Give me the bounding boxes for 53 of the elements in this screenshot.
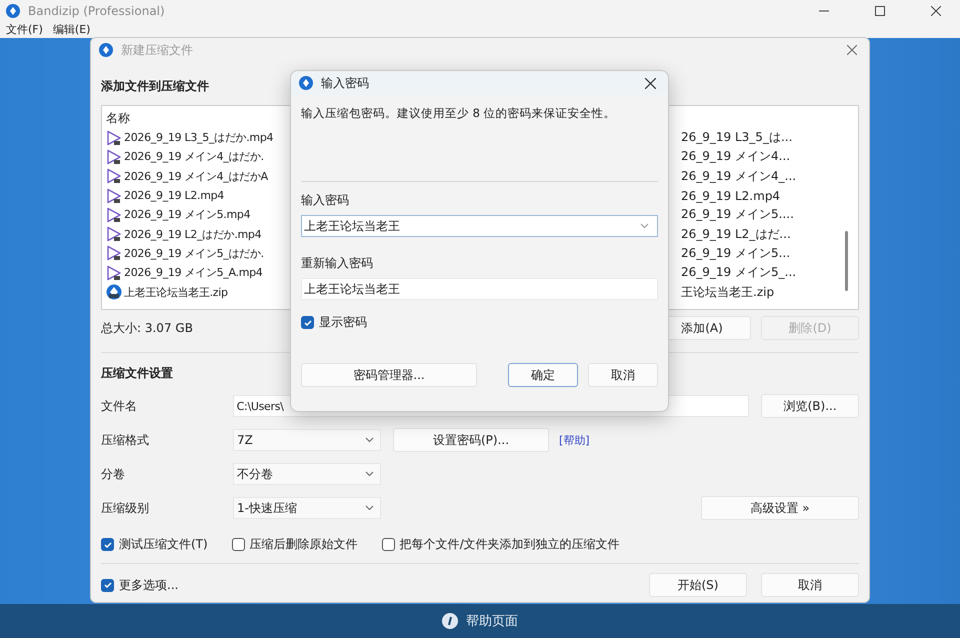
checkbox-label: 把每个文件/文件夹添加到独立的压缩文件	[400, 536, 620, 553]
section-heading: 压缩文件设置	[101, 365, 173, 382]
section-heading: 添加文件到压缩文件	[101, 78, 209, 95]
file-name[interactable]: 2026_9_19 L2.mp4	[124, 189, 224, 202]
split-dropdown[interactable]: 不分卷	[233, 463, 381, 485]
file-name[interactable]: 26_9_19 L3_5_は...	[681, 129, 792, 146]
file-name[interactable]: 2026_9_19 メイン4_はだか.	[124, 149, 264, 164]
file-name[interactable]: 26_9_19 メイン5...	[681, 244, 790, 262]
file-name[interactable]: 2026_9_19 メイン5.mp4	[124, 207, 250, 222]
dialog-button[interactable]: 取消	[761, 573, 859, 597]
checkbox-label: 压缩后删除原始文件	[250, 536, 358, 553]
file-name[interactable]: 26_9_19 L2.mp4	[681, 188, 780, 203]
set-password-button[interactable]: 设置密码(P)...	[393, 428, 549, 452]
field-label: 分卷	[101, 466, 126, 482]
field-label: 压缩格式	[101, 432, 150, 448]
file-name[interactable]: 2026_9_19 L3_5_はだか.mp4	[124, 130, 274, 146]
file-name[interactable]: 26_9_19 メイン5....	[681, 206, 794, 224]
format-dropdown[interactable]: 7Z	[233, 429, 381, 451]
file-name[interactable]: 王论坛当老王.zip	[681, 284, 774, 301]
help-link[interactable]: [帮助]	[559, 432, 590, 448]
file-name[interactable]: 2026_9_19 L2_はだか.mp4	[124, 226, 262, 242]
dialog-title: 输入密码	[321, 74, 369, 92]
field-label: 压缩级别	[101, 500, 150, 516]
file-name[interactable]: 26_9_19 メイン4...	[681, 148, 790, 166]
checkbox-label: 更多选项...	[119, 576, 178, 594]
total-size: 总大小: 3.07 GB	[101, 320, 193, 336]
field-label: 文件名	[101, 398, 138, 414]
checkbox-label: 测试压缩文件(T)	[119, 536, 208, 553]
file-name[interactable]: 上老王论坛当老王.zip	[124, 284, 228, 300]
instruction-text: 输入压缩包密码。建议使用至少 8 位的密码来保证安全性。	[301, 106, 617, 122]
advanced-settings-button[interactable]: 高级设置 »	[701, 496, 859, 520]
file-name[interactable]: 26_9_19 L2_はだ...	[681, 226, 791, 243]
level-dropdown[interactable]: 1-快速压缩	[233, 497, 381, 519]
password-manager-button[interactable]: 密码管理器...	[301, 363, 477, 387]
menu-item[interactable]: 编辑(E)	[52, 22, 90, 38]
field-label: 输入密码	[301, 192, 350, 209]
file-name[interactable]: 2026_9_19 メイン5_A.mp4	[124, 265, 263, 280]
window-title: Bandizip (Professional)	[28, 4, 165, 18]
file-name[interactable]: 26_9_19 メイン5_...	[681, 264, 796, 282]
help-link[interactable]: 帮助页面	[466, 612, 518, 630]
browse-button[interactable]: 浏览(B)...	[761, 394, 859, 418]
file-name[interactable]: 26_9_19 メイン4_...	[681, 168, 796, 185]
dialog-button[interactable]: 确定	[508, 363, 578, 387]
dialog-title: 新建压缩文件	[121, 42, 193, 58]
field-label: 重新输入密码	[301, 255, 374, 272]
file-name[interactable]: 2026_9_19 メイン5_はだか.	[124, 246, 264, 261]
confirm-password-field[interactable]: 上老王论坛当老王	[301, 278, 658, 300]
dialog-button[interactable]: 取消	[588, 363, 658, 387]
checkbox-label: 显示密码	[319, 314, 367, 331]
menu-item[interactable]: 文件(F)	[6, 22, 43, 38]
file-name[interactable]: 2026_9_19 メイン4_はだかA	[124, 168, 268, 184]
password-field[interactable]: 上老王论坛当老王	[301, 215, 658, 237]
dialog-button[interactable]: 开始(S)	[649, 573, 747, 597]
